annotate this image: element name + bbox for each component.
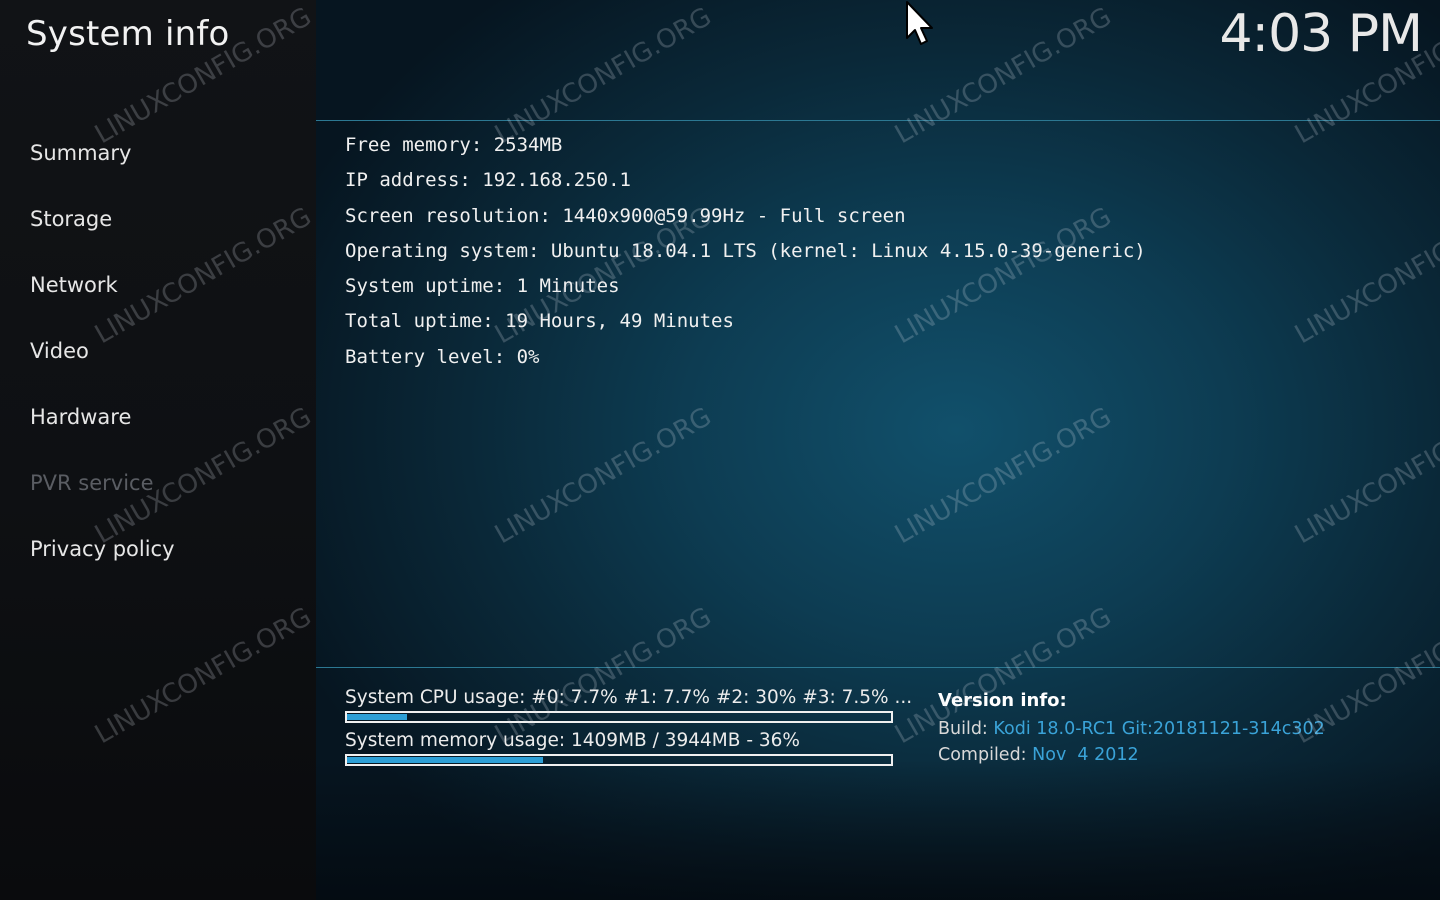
main-panel: 4:03 PM Free memory: 2534MB IP address: … <box>316 0 1440 900</box>
info-system-uptime: System uptime: 1 Minutes <box>345 275 620 298</box>
info-screen-resolution: Screen resolution: 1440x900@59.99Hz - Fu… <box>345 204 906 227</box>
info-ip-address: IP address: 192.168.250.1 <box>345 169 631 192</box>
info-operating-system: Operating system: Ubuntu 18.04.1 LTS (ke… <box>345 239 1146 262</box>
cpu-usage-bar <box>345 711 893 723</box>
cpu-usage-fill <box>347 714 407 720</box>
top-divider <box>316 120 1440 121</box>
memory-usage-bar <box>345 754 893 766</box>
build-row: Build: Kodi 18.0-RC1 Git:20181121-314c30… <box>938 716 1325 742</box>
sidebar-item-hardware[interactable]: Hardware <box>30 395 300 439</box>
memory-usage-fill <box>347 757 543 763</box>
sidebar-item-privacy-policy[interactable]: Privacy policy <box>30 527 300 571</box>
cpu-usage-label: System CPU usage: #0: 7.7% #1: 7.7% #2: … <box>345 687 913 708</box>
build-label: Build: <box>938 719 988 739</box>
version-heading: Version info: <box>938 690 1067 711</box>
sidebar-item-storage[interactable]: Storage <box>30 197 300 241</box>
info-total-uptime: Total uptime: 19 Hours, 49 Minutes <box>345 310 734 333</box>
sidebar-item-video[interactable]: Video <box>30 329 300 373</box>
compiled-value: Nov 4 2012 <box>1032 745 1139 765</box>
sidebar-item-summary[interactable]: Summary <box>30 131 300 175</box>
memory-usage: System memory usage: 1409MB / 3944MB - 3… <box>345 728 893 766</box>
sidebar-item-pvr-service: PVR service <box>30 471 154 495</box>
bottom-divider <box>316 667 1440 668</box>
summary-info-list: Free memory: 2534MB IP address: 192.168.… <box>345 128 1146 375</box>
version-info: Version info: Build: Kodi 18.0-RC1 Git:2… <box>938 686 1325 768</box>
build-value: Kodi 18.0-RC1 Git:20181121-314c302 <box>993 719 1325 739</box>
memory-usage-label: System memory usage: 1409MB / 3944MB - 3… <box>345 730 801 751</box>
clock: 4:03 PM <box>1219 4 1423 64</box>
sidebar-item-network[interactable]: Network <box>30 263 300 307</box>
info-battery-level: Battery level: 0% <box>345 345 540 368</box>
compiled-label: Compiled: <box>938 745 1027 765</box>
app-window: System info Summary Storage Network Vide… <box>0 0 1440 900</box>
mouse-pointer-icon <box>906 1 933 45</box>
page-title: System info <box>26 14 230 54</box>
cpu-usage: System CPU usage: #0: 7.7% #1: 7.7% #2: … <box>345 685 913 723</box>
sidebar: System info Summary Storage Network Vide… <box>0 0 316 900</box>
info-free-memory: Free memory: 2534MB <box>345 134 563 156</box>
compiled-row: Compiled: Nov 4 2012 <box>938 742 1325 768</box>
